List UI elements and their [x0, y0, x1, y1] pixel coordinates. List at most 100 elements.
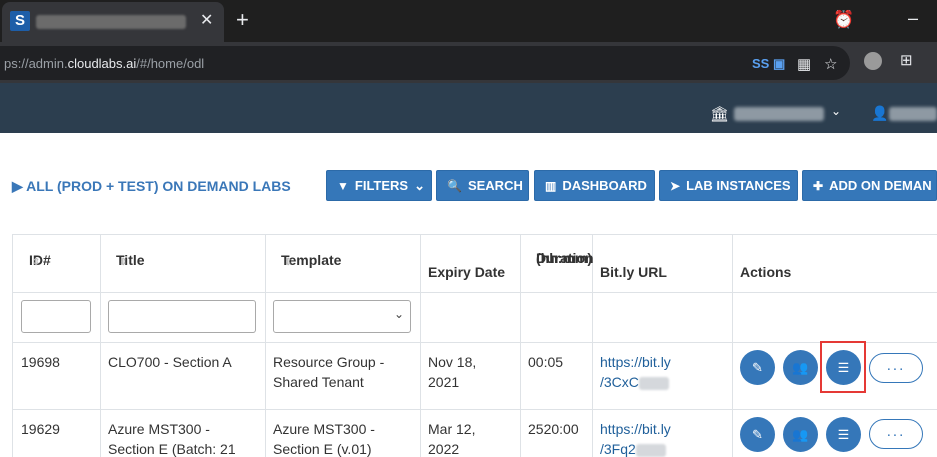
- row-duration: 2520:00: [528, 421, 579, 437]
- row-id: 19629: [21, 421, 60, 437]
- qr-code-icon[interactable]: ▦: [797, 55, 811, 73]
- lab-instances-label: LAB INSTANCES: [686, 178, 791, 193]
- title-filter-input[interactable]: [108, 300, 256, 333]
- site-favicon-icon: S: [10, 11, 30, 31]
- rocket-icon: ➤: [670, 178, 681, 193]
- search-icon: 🔍: [447, 178, 462, 193]
- extensions-icon[interactable]: ⊞: [900, 51, 913, 69]
- minimize-window-icon[interactable]: –: [908, 8, 918, 29]
- row-expiry: Mar 12, 2022: [428, 419, 475, 457]
- bar-chart-icon: ▥: [545, 178, 557, 193]
- url-text[interactable]: ps://admin.cloudlabs.ai/#/home/odl: [4, 56, 204, 71]
- new-tab-button[interactable]: +: [236, 8, 249, 32]
- table-row: Azure MST300 - Section E (v.01): [265, 409, 421, 457]
- row-id: 19698: [21, 354, 60, 370]
- row-title-line1: CLO700 - Section A: [108, 354, 232, 370]
- profile-avatar[interactable]: [864, 52, 882, 70]
- dashboard-label: DASHBOARD: [562, 178, 647, 193]
- edit-icon: ✎: [752, 427, 763, 442]
- edit-button[interactable]: ✎: [740, 350, 775, 385]
- row-title: CLO700 - Section A: [108, 352, 232, 372]
- filter-cell-empty: [592, 292, 733, 343]
- app-header: 🏛 ⌄ 👤: [0, 83, 937, 133]
- users-icon: 👥: [792, 427, 809, 442]
- filter-cell-empty: [732, 292, 937, 343]
- row-template-line2: Section E (v.01): [273, 441, 372, 457]
- column-header-title[interactable]: Title ⇕: [100, 235, 266, 293]
- row-duration: 00:05: [528, 354, 564, 370]
- table-row: 19629: [13, 409, 101, 457]
- row-template-line1: Azure MST300 -: [273, 421, 375, 437]
- row-bitly-link[interactable]: https://bit.ly/3Fq2: [600, 419, 671, 457]
- more-actions-button[interactable]: ...: [869, 353, 923, 383]
- user-name-redacted[interactable]: [889, 107, 937, 121]
- filter-cell-empty: [420, 292, 521, 343]
- sliders-icon: ☰: [837, 427, 850, 442]
- ss-extension-label: SS: [752, 56, 770, 71]
- table-row: 00:05: [520, 342, 593, 410]
- bookmark-star-icon[interactable]: ☆: [824, 55, 837, 73]
- table-row: 19698: [13, 342, 101, 410]
- search-button[interactable]: 🔍 SEARCH: [436, 170, 529, 201]
- users-button[interactable]: 👥: [783, 350, 818, 385]
- close-tab-icon[interactable]: ✕: [200, 12, 213, 30]
- briefcase-icon: ▣: [772, 56, 786, 71]
- alarm-icon[interactable]: ⏰: [833, 10, 854, 30]
- table-row: CLO700 - Section A: [100, 342, 266, 410]
- url-path: /#/home/odl: [136, 56, 205, 71]
- column-header-template[interactable]: Template ⇕: [265, 235, 421, 293]
- user-icon: 👤: [871, 105, 889, 121]
- table-row: Nov 18, 2021: [420, 342, 521, 410]
- filters-button[interactable]: ▼ FILTERS ⌄: [326, 170, 432, 201]
- table-row: https://bit.ly/3CxC: [592, 342, 733, 410]
- column-header-url-label: Bit.ly URL: [600, 264, 667, 280]
- row-url-line1: https://bit.ly: [600, 354, 671, 370]
- url-prefix: ps://admin.: [4, 56, 68, 71]
- row-title-line1: Azure MST300 -: [108, 421, 210, 437]
- row-template: Resource Group - Shared Tenant: [273, 352, 384, 392]
- plus-icon: ✚: [813, 178, 824, 193]
- search-label: SEARCH: [467, 178, 523, 193]
- page-title: ▶ ALL (PROD + TEST) ON DEMAND LABS: [12, 178, 291, 194]
- table-row: Mar 12, 2022: [420, 409, 521, 457]
- settings-sliders-button[interactable]: ☰: [826, 417, 861, 452]
- row-bitly-link[interactable]: https://bit.ly/3CxC: [600, 352, 671, 392]
- sort-icon: ⇕: [284, 257, 293, 268]
- id-filter-input[interactable]: [21, 300, 91, 333]
- highlight-box: [820, 341, 866, 393]
- organization-name-redacted[interactable]: [734, 107, 824, 121]
- template-filter-select[interactable]: ⌄: [273, 300, 411, 333]
- column-header-expiry: Expiry Date: [420, 235, 521, 293]
- filter-cell-template: ⌄: [265, 292, 421, 343]
- more-actions-button[interactable]: ...: [869, 419, 923, 449]
- add-on-demand-lab-button[interactable]: ✚ ADD ON DEMAN: [802, 170, 937, 201]
- row-expiry-line1: Nov 18,: [428, 354, 477, 370]
- chevron-down-icon: ⌄: [414, 177, 425, 193]
- column-header-id[interactable]: ID# ⇕: [13, 235, 101, 293]
- lab-instances-button[interactable]: ➤ LAB INSTANCES: [659, 170, 798, 201]
- browser-tabstrip: S ✕ + ⏰ –: [0, 0, 937, 42]
- row-title: Azure MST300 - Section E (Batch: 21: [108, 419, 236, 457]
- users-button[interactable]: 👥: [783, 417, 818, 452]
- filter-icon: ▼: [337, 178, 349, 193]
- filter-cell-title: [100, 292, 266, 343]
- edit-button[interactable]: ✎: [740, 417, 775, 452]
- tab-title-redacted: [36, 15, 186, 29]
- browser-tab[interactable]: S ✕: [2, 2, 224, 42]
- row-url-line1: https://bit.ly: [600, 421, 671, 437]
- edit-icon: ✎: [752, 360, 763, 375]
- url-domain: cloudlabs.ai: [67, 56, 137, 71]
- table-row: Resource Group - Shared Tenant: [265, 342, 421, 410]
- add-label: ADD ON DEMAN: [829, 178, 932, 193]
- duration-header-line2: (hh:mm): [536, 250, 592, 266]
- filter-cell-id: [13, 292, 101, 343]
- users-icon: 👥: [792, 360, 809, 375]
- column-header-actions-label: Actions: [740, 264, 792, 280]
- dashboard-button[interactable]: ▥ DASHBOARD: [534, 170, 655, 201]
- address-bar[interactable]: ps://admin.cloudlabs.ai/#/home/odl SS ▣ …: [0, 46, 850, 80]
- row-expiry-line2: 2022: [428, 441, 460, 457]
- filter-cell-empty: [520, 292, 593, 343]
- chevron-down-icon[interactable]: ⌄: [831, 104, 841, 118]
- ss-extension-button[interactable]: SS ▣: [752, 56, 785, 72]
- url-redacted: [635, 443, 666, 457]
